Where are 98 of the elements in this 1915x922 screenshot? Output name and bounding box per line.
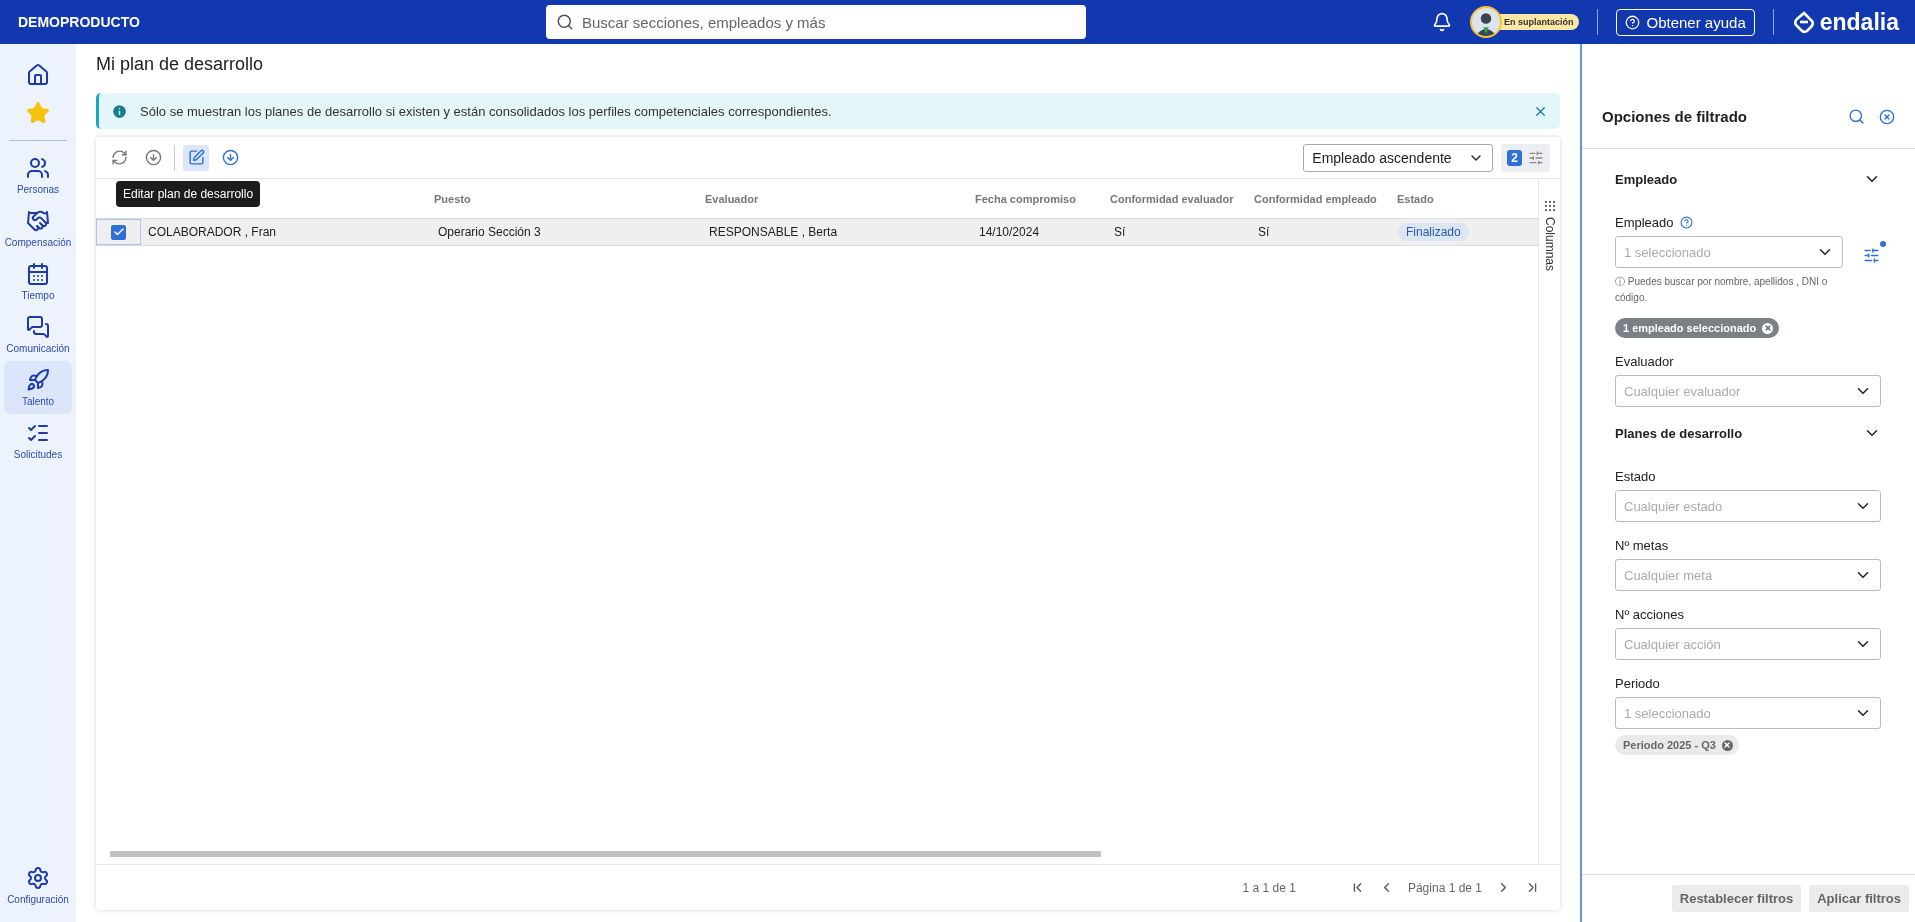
- field-hint: ⓘ Puedes buscar por nombre, apellidos , DNI o código.: [1615, 275, 1829, 305]
- advanced-filter-button[interactable]: [1863, 240, 1886, 264]
- help-button[interactable]: Obtener ayuda: [1616, 8, 1755, 36]
- select-placeholder: 1 seleccionado: [1624, 705, 1711, 721]
- table-cell-text: Sí: [1113, 225, 1127, 239]
- info-icon: [111, 102, 128, 120]
- filter-count: 2: [1507, 149, 1522, 166]
- sort-value: Empleado ascendente: [1312, 149, 1452, 166]
- close-icon[interactable]: [1879, 108, 1895, 125]
- sidebar-label: Configuración: [7, 894, 69, 905]
- column-header[interactable]: Conformidad empleado: [1251, 192, 1394, 205]
- select-placeholder: 1 seleccionado: [1624, 244, 1711, 260]
- select-placeholder: Cualquier estado: [1624, 498, 1723, 514]
- column-header[interactable]: Fecha compromiso: [972, 192, 1107, 205]
- filter-action-button[interactable]: Aplicar filtros: [1809, 885, 1909, 912]
- remove-icon[interactable]: [1762, 322, 1774, 334]
- sidebar-label: Tiempo: [21, 290, 55, 301]
- field-label: Nº metas: [1615, 538, 1669, 553]
- help-icon: [1625, 14, 1641, 30]
- people-icon: [26, 156, 50, 180]
- sliders-icon: [1528, 149, 1544, 166]
- table-row[interactable]: COLABORADOR , Fran Operario Sección 3 RESPONSABLE , Berta 14/10/2024 Sí Sí Finalizado: [96, 219, 1538, 246]
- table-cell-text: RESPONSABLE , Berta: [708, 225, 839, 239]
- select-placeholder: Cualquier evaluador: [1624, 383, 1741, 399]
- sidebar-item[interactable]: Configuración: [4, 859, 72, 912]
- avatar[interactable]: [1469, 6, 1502, 38]
- sidebar-label: Personas: [16, 184, 60, 195]
- refresh-icon: [110, 149, 128, 166]
- column-header[interactable]: Evaluador: [702, 192, 972, 205]
- chip-label: 1 empleado seleccionado: [1623, 322, 1757, 334]
- sidebar-label: Comunicación: [6, 343, 70, 354]
- logo-icon: [1791, 10, 1816, 34]
- remove-icon[interactable]: [1721, 739, 1733, 751]
- grid-icon: [1542, 199, 1557, 213]
- chat-bubbles-icon: [26, 315, 50, 339]
- sidebar-item[interactable]: Compensación: [4, 202, 72, 255]
- edit-icon: [187, 149, 205, 166]
- table-cell-text: Sí: [1257, 225, 1271, 239]
- columns-label: Columnas: [1542, 217, 1557, 272]
- sidebar-item[interactable]: Solicitudes: [4, 414, 72, 467]
- section-title: Planes de desarrollo: [1615, 425, 1743, 441]
- search-icon[interactable]: [1848, 108, 1865, 125]
- columns-tab[interactable]: Columnas: [1538, 179, 1560, 864]
- field-label: Nº acciones: [1615, 607, 1685, 622]
- home-icon: [26, 63, 50, 87]
- page-indicator: Página 1 de 1: [1407, 880, 1482, 895]
- table-cell-text: COLABORADOR , Fran: [147, 225, 278, 239]
- table-cell-text: 14/10/2024: [978, 225, 1041, 239]
- panel-title: Opciones de filtrado: [1602, 108, 1749, 125]
- sidebar-item[interactable]: Personas: [4, 149, 72, 202]
- section-header[interactable]: Planes de desarrollo: [1615, 413, 1901, 453]
- row-range: 1 a 1 de 1: [1242, 880, 1296, 895]
- page-title: Mi plan de desarrollo: [96, 54, 265, 75]
- column-header[interactable]: Puesto: [431, 192, 702, 205]
- status-tag: Finalizado: [1398, 223, 1469, 241]
- section-title: Empleado: [1615, 171, 1678, 187]
- search-field[interactable]: Buscar secciones, empleados y más: [546, 5, 1086, 39]
- help-icon[interactable]: [1679, 216, 1693, 229]
- sidebar-item[interactable]: Comunicación: [4, 308, 72, 361]
- row-checkbox[interactable]: [111, 224, 126, 240]
- logo-text: endalia: [1819, 8, 1899, 36]
- sidebar-item[interactable]: Talento: [4, 361, 72, 414]
- sort-select[interactable]: Empleado ascendente: [1303, 143, 1494, 172]
- filter-chip[interactable]: 1 empleado seleccionado: [1615, 318, 1780, 338]
- section-header[interactable]: Empleado: [1615, 159, 1901, 199]
- rocket-icon: [26, 368, 50, 392]
- field-label: Estado: [1615, 469, 1656, 484]
- sliders-icon: [1863, 246, 1880, 264]
- field-label: Evaluador: [1615, 354, 1674, 369]
- sidebar-label: Compensación: [4, 237, 72, 248]
- check-icon: [112, 226, 125, 238]
- column-header[interactable]: Estado: [1394, 192, 1538, 205]
- sidebar-label: Solicitudes: [13, 449, 63, 460]
- download-icon: [221, 149, 239, 166]
- settings-icon: [26, 866, 50, 890]
- select-placeholder: Cualquier acción: [1624, 636, 1721, 652]
- sidebar-item[interactable]: Tiempo: [4, 255, 72, 308]
- download-icon: [144, 149, 162, 166]
- handshake-icon: [26, 209, 50, 233]
- brand-name: DEMOPRODUCTO: [18, 14, 141, 30]
- search-placeholder: Buscar secciones, empleados y más: [582, 13, 826, 31]
- star-icon: [26, 101, 50, 125]
- calendar-icon: [26, 262, 50, 286]
- chip-label: Periodo 2025 - Q3: [1623, 739, 1716, 751]
- toolbar-button[interactable]: [183, 144, 209, 171]
- bell-icon[interactable]: [1431, 12, 1452, 32]
- tooltip: Editar plan de desarrollo: [116, 181, 261, 207]
- field-label: Periodo: [1615, 676, 1660, 691]
- column-header[interactable]: Conformidad evaluador: [1107, 192, 1251, 205]
- select-placeholder: Cualquier meta: [1624, 567, 1713, 583]
- sidebar-label: Talento: [21, 396, 55, 407]
- banner-text: Sólo se muestran los planes de desarrollo si existen y están consolidados los perfiles competenciales correspondientes.: [140, 103, 833, 119]
- field-label: Empleado: [1615, 215, 1674, 230]
- table-cell-text: Operario Sección 3: [437, 225, 542, 239]
- search-icon: [556, 13, 574, 31]
- filter-action-button[interactable]: Restablecer filtros: [1671, 885, 1802, 912]
- filter-chip[interactable]: Periodo 2025 - Q3: [1615, 735, 1739, 755]
- filter-button[interactable]: 2: [1501, 143, 1550, 172]
